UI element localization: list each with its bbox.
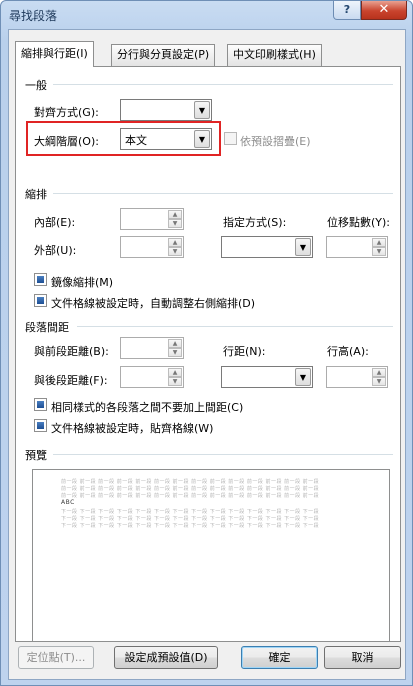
spin-up-icon[interactable]: ▲ xyxy=(372,238,386,247)
window-title: 尋找段落 xyxy=(9,9,58,23)
mirror-indent-label: 鏡像縮排(M) xyxy=(51,276,114,289)
inner-indent-spinner[interactable]: ▲ ▼ xyxy=(120,208,184,230)
inner-indent-label: 內部(E): xyxy=(34,216,76,229)
outline-level-label: 大綱階層(O): xyxy=(34,135,99,148)
preview-sample: ABC xyxy=(61,499,75,506)
spin-down-icon[interactable]: ▼ xyxy=(168,348,182,357)
tab-label: 縮排與行距(I) xyxy=(21,47,88,60)
auto-adjust-indent-label: 文件格線被設定時，自動調整右側縮排(D) xyxy=(51,297,256,310)
line-spacing-select[interactable]: ▼ xyxy=(221,366,313,388)
snap-to-grid-checkbox[interactable] xyxy=(34,419,47,432)
cancel-button[interactable]: 取消 xyxy=(324,646,401,669)
mirror-indent-checkbox[interactable] xyxy=(34,273,47,286)
spin-down-icon[interactable]: ▼ xyxy=(372,377,386,386)
spin-down-icon[interactable]: ▼ xyxy=(168,377,182,386)
alignment-label: 對齊方式(G): xyxy=(34,106,99,119)
spin-up-icon[interactable]: ▲ xyxy=(168,368,182,377)
set-as-default-button[interactable]: 設定成預設值(D) xyxy=(114,646,218,669)
spin-down-icon[interactable]: ▼ xyxy=(372,247,386,256)
spin-down-icon[interactable]: ▼ xyxy=(168,247,182,256)
preview-next-line: 下一段 下一段 下一段 下一段 下一段 下一段 下一段 下一段 下一段 下一段 … xyxy=(61,523,320,529)
collapsed-label: 依預設摺疊(E) xyxy=(240,135,311,148)
tab-line-page-breaks[interactable]: 分行與分頁設定(P) xyxy=(111,44,216,66)
no-space-same-style-label: 相同樣式的各段落之間不要加上間距(C) xyxy=(51,401,244,414)
close-button[interactable]: ✕ xyxy=(361,1,407,20)
indent-by-label: 位移點數(Y): xyxy=(327,216,391,229)
snap-to-grid-label: 文件格線被設定時，貼齊格線(W) xyxy=(51,422,214,435)
title-bar[interactable]: 尋找段落 ? ✕ xyxy=(1,1,412,29)
indent-by-spinner[interactable]: ▲ ▼ xyxy=(326,236,388,258)
special-indent-label: 指定方式(S): xyxy=(223,216,287,229)
spin-up-icon[interactable]: ▲ xyxy=(168,339,182,348)
ok-button[interactable]: 確定 xyxy=(241,646,318,669)
special-indent-select[interactable]: ▼ xyxy=(221,236,313,258)
chevron-down-icon[interactable]: ▼ xyxy=(194,130,210,148)
outline-level-select[interactable]: 本文 ▼ xyxy=(120,128,212,150)
spacing-heading: 段落間距 xyxy=(25,321,69,334)
preview-heading: 預覽 xyxy=(25,449,47,462)
space-before-spinner[interactable]: ▲ ▼ xyxy=(120,337,184,359)
preview-prev-line: 前一段 前一段 前一段 前一段 前一段 前一段 前一段 前一段 前一段 前一段 … xyxy=(61,479,320,485)
collapsed-checkbox[interactable] xyxy=(224,132,237,145)
outer-indent-label: 外部(U): xyxy=(34,244,77,257)
space-after-spinner[interactable]: ▲ ▼ xyxy=(120,366,184,388)
auto-adjust-indent-checkbox[interactable] xyxy=(34,294,47,307)
general-heading: 一般 xyxy=(25,79,47,92)
tab-asian-typography[interactable]: 中文印刷樣式(H) xyxy=(227,44,322,66)
space-before-label: 與前段距離(B): xyxy=(34,345,109,358)
tabs-button[interactable]: 定位點(T)... xyxy=(18,646,94,669)
tab-indents-spacing[interactable]: 縮排與行距(I) xyxy=(15,41,94,67)
preview-next-line: 下一段 下一段 下一段 下一段 下一段 下一段 下一段 下一段 下一段 下一段 … xyxy=(61,509,320,515)
spin-up-icon[interactable]: ▲ xyxy=(168,210,182,219)
spin-up-icon[interactable]: ▲ xyxy=(168,238,182,247)
preview-prev-line: 前一段 前一段 前一段 前一段 前一段 前一段 前一段 前一段 前一段 前一段 … xyxy=(61,493,320,499)
spin-up-icon[interactable]: ▲ xyxy=(372,368,386,377)
space-after-label: 與後段距離(F): xyxy=(34,374,108,387)
line-at-label: 行高(A): xyxy=(327,345,369,358)
alignment-select[interactable]: ▼ xyxy=(120,99,212,121)
preview-separator xyxy=(53,454,393,455)
chevron-down-icon[interactable]: ▼ xyxy=(295,238,311,256)
line-spacing-label: 行距(N): xyxy=(223,345,266,358)
indent-separator xyxy=(53,193,393,194)
preview-prev-line: 前一段 前一段 前一段 前一段 前一段 前一段 前一段 前一段 前一段 前一段 … xyxy=(61,486,320,492)
general-separator xyxy=(53,84,393,85)
chevron-down-icon[interactable]: ▼ xyxy=(194,101,210,119)
spacing-separator xyxy=(77,326,393,327)
find-paragraph-dialog: 尋找段落 ? ✕ 縮排與行距(I) 分行與分頁設定(P) 中文印刷樣式(H) 一… xyxy=(0,0,413,686)
spin-down-icon[interactable]: ▼ xyxy=(168,219,182,228)
tab-label: 中文印刷樣式(H) xyxy=(233,48,316,61)
outer-indent-spinner[interactable]: ▲ ▼ xyxy=(120,236,184,258)
chevron-down-icon[interactable]: ▼ xyxy=(295,368,311,386)
indent-heading: 縮排 xyxy=(25,188,47,201)
outline-level-value: 本文 xyxy=(125,134,147,147)
tab-label: 分行與分頁設定(P) xyxy=(117,48,210,61)
no-space-same-style-checkbox[interactable] xyxy=(34,398,47,411)
line-at-spinner[interactable]: ▲ ▼ xyxy=(326,366,388,388)
preview-next-line: 下一段 下一段 下一段 下一段 下一段 下一段 下一段 下一段 下一段 下一段 … xyxy=(61,516,320,522)
help-button[interactable]: ? xyxy=(333,1,361,20)
preview-pane: 前一段 前一段 前一段 前一段 前一段 前一段 前一段 前一段 前一段 前一段 … xyxy=(32,469,390,642)
